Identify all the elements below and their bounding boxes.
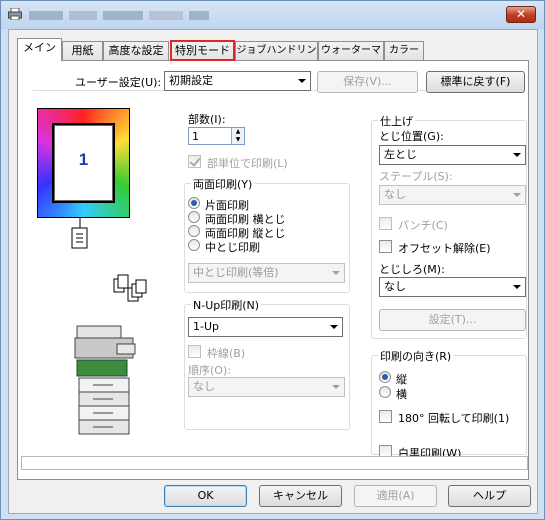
copies-spinner[interactable]: 1 ▲ ▼ [188, 127, 245, 145]
chevron-down-icon [513, 153, 521, 157]
binding-select[interactable]: 左とじ [379, 145, 526, 165]
punch-label: パンチ(C) [398, 219, 448, 232]
margin-label: とじしろ(M): [379, 263, 445, 276]
spin-down-icon[interactable]: ▼ [231, 136, 244, 144]
punch-checkbox[interactable] [379, 217, 392, 230]
print-properties-window: ✕ メイン 用紙 高度な設定 特別モード ジョブハンドリング ウォーターマーク … [0, 0, 545, 520]
booklet-value: 中とじ印刷(等倍) [193, 266, 279, 279]
user-settings-value: 初期設定 [169, 74, 213, 87]
tab-color[interactable]: カラー [384, 41, 424, 60]
reset-defaults-button[interactable]: 標準に戻す(F) [426, 71, 525, 93]
tab-job-handling[interactable]: ジョブハンドリング [235, 41, 318, 73]
copies-label: 部数(I): [188, 113, 226, 126]
duplex-option-booklet: 中とじ印刷 [205, 241, 260, 254]
close-button[interactable]: ✕ [506, 6, 536, 23]
page-preview: 1 [37, 108, 130, 218]
duplex-radio-long-edge[interactable] [188, 211, 200, 223]
finishing-title: 仕上げ [378, 113, 415, 129]
offset-label: オフセット解除(E) [398, 242, 491, 255]
margin-value: なし [384, 280, 406, 293]
save-button[interactable]: 保存(V)... [317, 71, 418, 93]
apply-button[interactable]: 適用(A) [354, 485, 437, 507]
stacked-pages-icon [113, 274, 147, 302]
border-checkbox[interactable] [188, 345, 201, 358]
staple-select[interactable]: なし [379, 185, 526, 205]
orientation-radio-landscape[interactable] [379, 386, 391, 398]
status-strip [21, 456, 528, 470]
user-settings-select[interactable]: 初期設定 [164, 71, 311, 91]
chevron-down-icon [330, 325, 338, 329]
offset-checkbox[interactable] [379, 240, 392, 253]
orientation-group: 印刷の向き(R) [371, 348, 527, 455]
margin-settings-button[interactable]: 設定(T)... [379, 309, 526, 331]
single-sheet-icon [71, 218, 88, 249]
nup-title: N-Up印刷(N) [191, 297, 262, 313]
tab-main[interactable]: メイン [17, 38, 62, 61]
tab-special-mode[interactable]: 特別モード [170, 40, 235, 61]
staple-value: なし [384, 188, 406, 201]
nup-select[interactable]: 1-Up [188, 317, 343, 337]
orientation-option-landscape: 横 [396, 388, 407, 401]
preview-page-number: 1 [54, 125, 113, 201]
printer-icon [8, 8, 22, 20]
help-button[interactable]: ヘルプ [448, 485, 531, 507]
copies-value: 1 [192, 130, 199, 143]
user-settings-label: ユーザー設定(U): [75, 76, 162, 89]
orientation-radio-portrait[interactable] [379, 371, 391, 383]
order-select[interactable]: なし [188, 377, 345, 397]
orientation-option-portrait: 縦 [396, 373, 407, 386]
chevron-down-icon [298, 79, 306, 83]
margin-select[interactable]: なし [379, 277, 526, 297]
order-value: なし [193, 380, 215, 393]
booklet-select[interactable]: 中とじ印刷(等倍) [188, 263, 345, 283]
chevron-down-icon [332, 385, 340, 389]
tab-advanced[interactable]: 高度な設定 [103, 41, 169, 60]
binding-label: とじ位置(G): [379, 130, 444, 143]
binding-value: 左とじ [384, 148, 417, 161]
duplex-title: 両面印刷(Y) [191, 176, 255, 192]
rotate-180-label: 180° 回転して印刷(1) [398, 412, 510, 425]
title-bar: ✕ [1, 1, 544, 29]
main-tab-panel: ユーザー設定(U): 初期設定 保存(V)... 標準に戻す(F) 1 部数(I… [17, 60, 529, 480]
duplex-radio-short-edge[interactable] [188, 225, 200, 237]
chevron-down-icon [513, 193, 521, 197]
blurred-title-image [29, 11, 209, 20]
dialog-client-area: メイン 用紙 高度な設定 特別モード ジョブハンドリング ウォーターマーク カラ… [8, 29, 538, 514]
tab-watermark[interactable]: ウォーターマーク [318, 41, 384, 73]
duplex-radio-simplex[interactable] [188, 197, 200, 209]
ok-button[interactable]: OK [164, 485, 247, 507]
collate-checkbox[interactable] [188, 155, 201, 168]
orientation-title: 印刷の向き(R) [378, 348, 454, 364]
preview-frame: 1 [52, 123, 115, 203]
chevron-down-icon [513, 285, 521, 289]
cancel-button[interactable]: キャンセル [259, 485, 342, 507]
rotate-180-checkbox[interactable] [379, 410, 392, 423]
copier-machine-icon [74, 325, 136, 435]
staple-label: ステープル(S): [379, 170, 453, 183]
nup-value: 1-Up [193, 320, 220, 333]
order-label: 順序(O): [188, 364, 231, 377]
spin-up-icon[interactable]: ▲ [231, 128, 244, 136]
window-title-blurred [29, 9, 229, 21]
duplex-radio-booklet[interactable] [188, 239, 200, 251]
chevron-down-icon [332, 271, 340, 275]
collate-label: 部単位で印刷(L) [207, 157, 288, 170]
border-label: 枠線(B) [207, 347, 246, 360]
tab-paper[interactable]: 用紙 [62, 41, 103, 60]
